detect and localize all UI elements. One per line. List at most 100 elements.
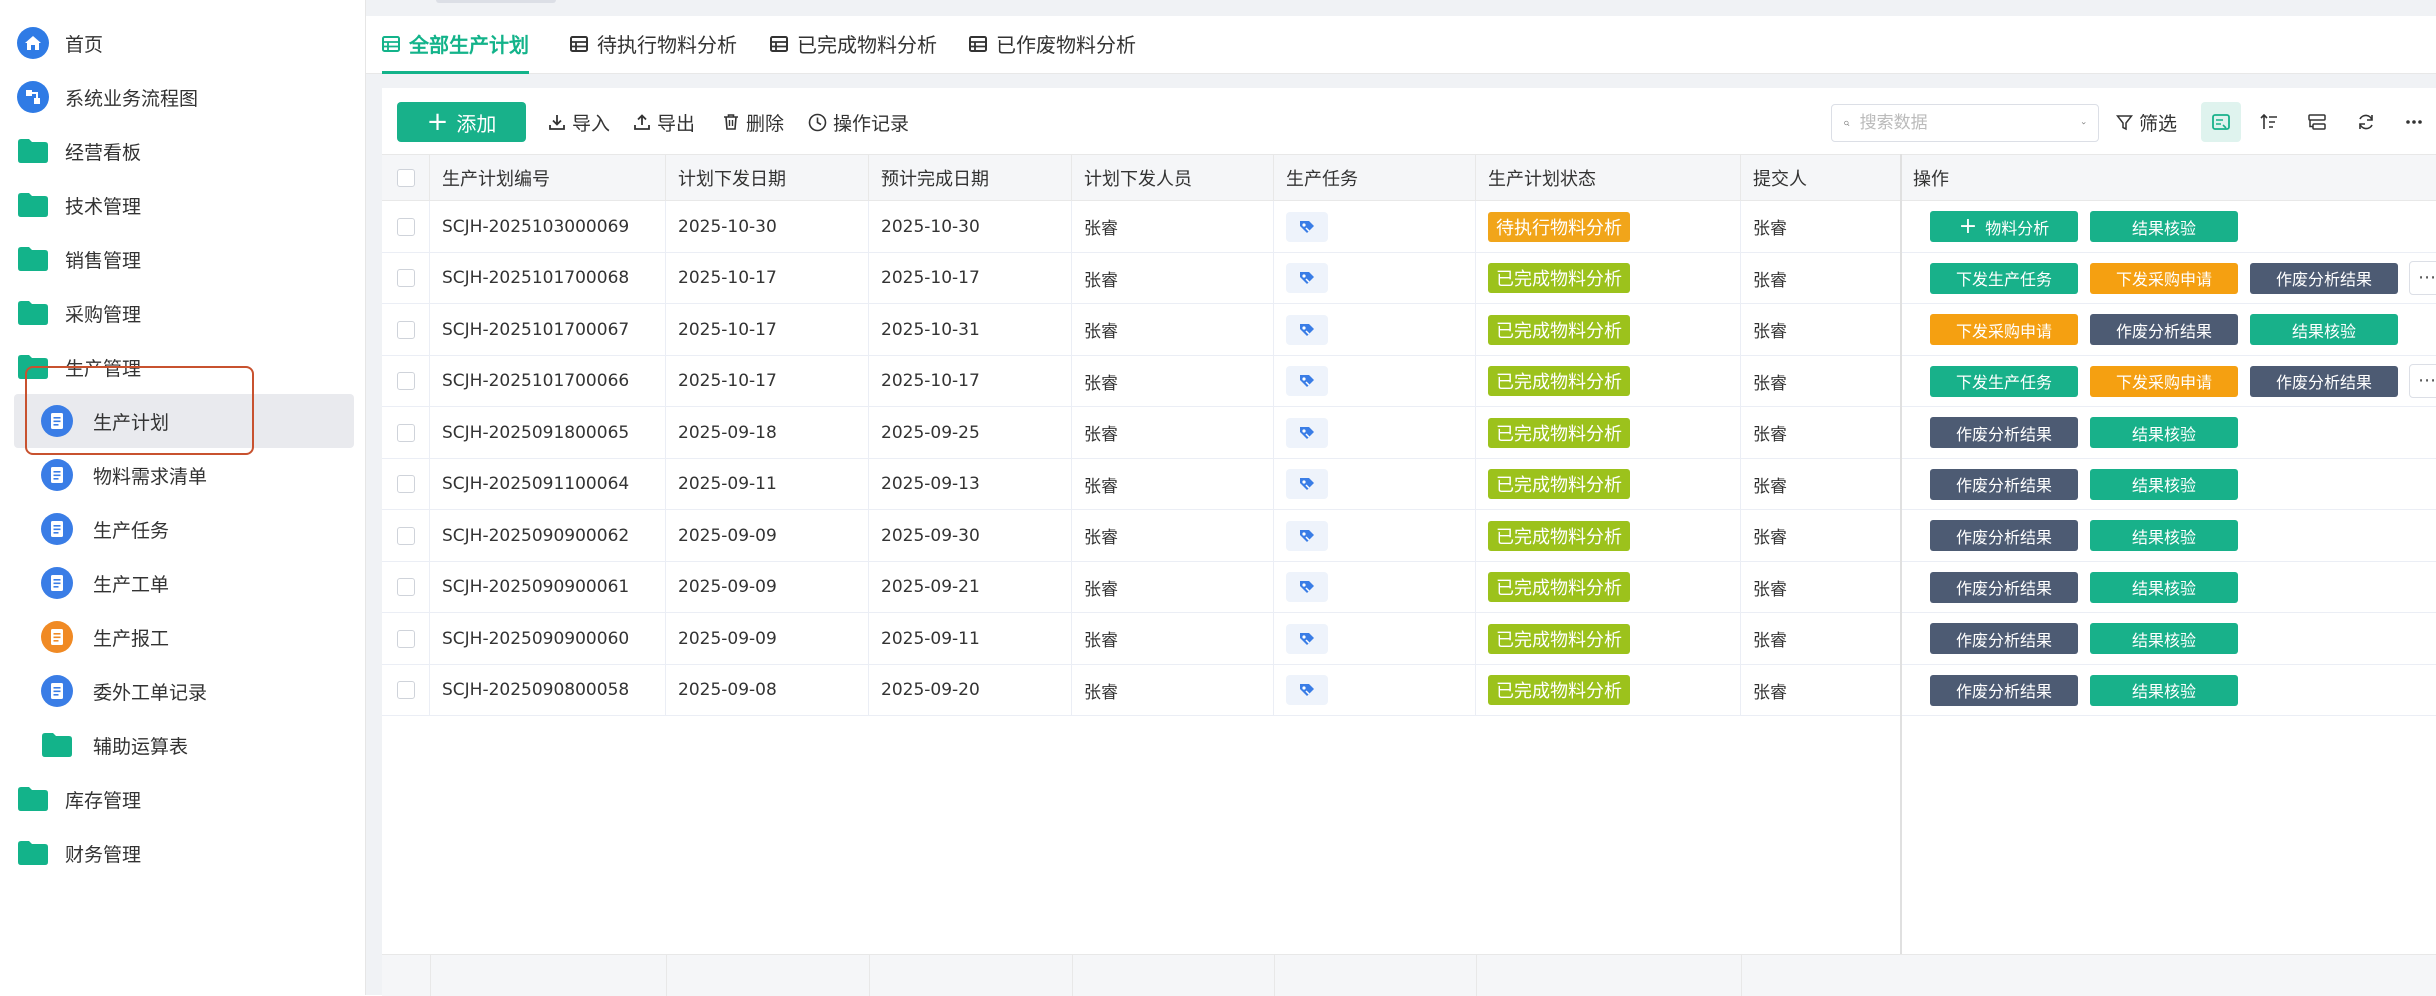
result-verify-button[interactable]: 结果核验 xyxy=(2090,211,2238,242)
result-verify-button[interactable]: 结果核验 xyxy=(2090,520,2238,551)
row-checkbox[interactable] xyxy=(396,578,415,596)
sidebar-item-outsource[interactable]: 委外工单记录 xyxy=(0,664,365,718)
row-checkbox[interactable] xyxy=(396,217,415,236)
result-verify-button[interactable]: 结果核验 xyxy=(2090,468,2238,500)
issue-task-button[interactable]: 下发生产任务 xyxy=(1930,262,2078,294)
row-checkbox[interactable] xyxy=(396,423,415,442)
sidebar-item-inventory[interactable]: 库存管理 xyxy=(0,772,365,826)
task-link-icon[interactable] xyxy=(1286,675,1328,705)
plan-code-cell[interactable]: SCJH-2025101700066 xyxy=(430,355,666,407)
sidebar-item-production-report[interactable]: 生产报工 xyxy=(0,610,365,664)
sidebar-item-sales[interactable]: 销售管理 xyxy=(0,232,365,286)
plan-code-cell[interactable]: SCJH-2025101700067 xyxy=(430,304,666,355)
sidebar-item-home[interactable]: 首页 xyxy=(0,16,365,70)
issue-purchase-button[interactable]: 下发采购申请 xyxy=(1930,314,2078,345)
sidebar-item-production[interactable]: 生产管理 xyxy=(0,340,365,394)
task-link-icon[interactable] xyxy=(1286,314,1328,345)
table-row[interactable]: SCJH-2025090900060 2025-09-09 2025-09-11… xyxy=(382,613,2436,665)
plan-code-cell[interactable]: SCJH-2025090900062 xyxy=(430,510,666,561)
sidebar-item-purchase[interactable]: 采购管理 xyxy=(0,286,365,340)
search-input[interactable] xyxy=(1857,112,2081,134)
void-result-button[interactable]: 作废分析结果 xyxy=(1930,571,2078,603)
issue-purchase-button[interactable]: 下发采购申请 xyxy=(2090,262,2238,294)
header-issuer[interactable]: 计划下发人员 xyxy=(1072,155,1274,200)
result-verify-button[interactable]: 结果核验 xyxy=(2090,571,2238,603)
tab-voided-analysis[interactable]: 已作废物料分析 xyxy=(969,16,1136,71)
select-all-checkbox[interactable] xyxy=(396,168,415,187)
task-link-icon[interactable] xyxy=(1286,366,1328,396)
header-status[interactable]: 生产计划状态 xyxy=(1476,155,1741,200)
search-box[interactable] xyxy=(1831,104,2099,142)
tab-completed-analysis[interactable]: 已完成物料分析 xyxy=(770,16,937,71)
row-checkbox[interactable] xyxy=(396,320,415,339)
header-plan-code[interactable]: 生产计划编号 xyxy=(430,155,666,200)
plan-code-cell[interactable]: SCJH-2025090900061 xyxy=(430,561,666,613)
history-button[interactable]: 操作记录 xyxy=(808,102,909,142)
result-verify-button[interactable]: 结果核验 xyxy=(2090,674,2238,706)
row-checkbox[interactable] xyxy=(396,269,415,287)
sidebar-item-finance[interactable]: 财务管理 xyxy=(0,826,365,880)
task-link-icon[interactable] xyxy=(1286,417,1328,448)
sidebar-item-material-list[interactable]: 物料需求清单 xyxy=(0,448,365,502)
plan-code-cell[interactable]: SCJH-2025091800065 xyxy=(430,407,666,458)
sidebar-item-production-task[interactable]: 生产任务 xyxy=(0,502,365,556)
row-more-button[interactable]: ⋯ xyxy=(2409,260,2436,295)
filter-button[interactable]: 筛选 xyxy=(2116,102,2177,142)
task-link-icon[interactable] xyxy=(1286,572,1328,602)
plan-code-cell[interactable]: SCJH-2025090800058 xyxy=(430,664,666,716)
sidebar-item-dashboard[interactable]: 经营看板 xyxy=(0,124,365,178)
refresh-button[interactable] xyxy=(2346,102,2386,142)
void-result-button[interactable]: 作废分析结果 xyxy=(1930,520,2078,551)
row-checkbox[interactable] xyxy=(396,372,415,390)
add-button[interactable]: + 添加 xyxy=(397,102,526,142)
plan-code-cell[interactable]: SCJH-2025091100064 xyxy=(430,458,666,510)
void-result-button[interactable]: 作废分析结果 xyxy=(1930,674,2078,706)
task-link-icon[interactable] xyxy=(1286,263,1328,293)
delete-button[interactable]: 删除 xyxy=(722,102,784,142)
header-issue-date[interactable]: 计划下发日期 xyxy=(666,155,869,200)
result-verify-button[interactable]: 结果核验 xyxy=(2250,314,2398,345)
row-checkbox[interactable] xyxy=(396,475,415,493)
issue-purchase-button[interactable]: 下发采购申请 xyxy=(2090,365,2238,397)
row-checkbox[interactable] xyxy=(396,681,415,699)
header-due-date[interactable]: 预计完成日期 xyxy=(869,155,1072,200)
table-row[interactable]: SCJH-2025090900062 2025-09-09 2025-09-30… xyxy=(382,510,2436,562)
void-result-button[interactable]: 作废分析结果 xyxy=(2250,365,2398,397)
void-result-button[interactable]: 作废分析结果 xyxy=(1930,417,2078,448)
void-result-button[interactable]: 作废分析结果 xyxy=(2090,314,2238,345)
group-button[interactable] xyxy=(2297,102,2337,142)
result-verify-button[interactable]: 结果核验 xyxy=(2090,623,2238,654)
table-row[interactable]: SCJH-2025101700066 2025-10-17 2025-10-17… xyxy=(382,355,2436,407)
table-row[interactable]: SCJH-2025101700068 2025-10-17 2025-10-17… xyxy=(382,252,2436,304)
plan-code-cell[interactable]: SCJH-2025090900060 xyxy=(430,613,666,664)
sidebar-item-production-plan[interactable]: 生产计划 xyxy=(14,394,354,448)
card-view-button[interactable] xyxy=(2201,102,2241,142)
sidebar-item-work-order[interactable]: 生产工单 xyxy=(0,556,365,610)
tab-all-plans[interactable]: 全部生产计划 xyxy=(382,16,529,74)
sort-button[interactable] xyxy=(2249,102,2289,142)
row-more-button[interactable]: ⋯ xyxy=(2409,363,2436,398)
table-row[interactable]: SCJH-2025091800065 2025-09-18 2025-09-25… xyxy=(382,407,2436,459)
material-analysis-button[interactable]: + 物料分析 xyxy=(1930,211,2078,242)
table-row[interactable]: SCJH-2025091100064 2025-09-11 2025-09-13… xyxy=(382,458,2436,510)
task-link-icon[interactable] xyxy=(1286,623,1328,654)
sidebar-item-aux-calc[interactable]: 辅助运算表 xyxy=(0,718,365,772)
table-row[interactable]: SCJH-2025090900061 2025-09-09 2025-09-21… xyxy=(382,561,2436,613)
row-checkbox[interactable] xyxy=(396,629,415,648)
void-result-button[interactable]: 作废分析结果 xyxy=(1930,468,2078,500)
plan-code-cell[interactable]: SCJH-2025101700068 xyxy=(430,252,666,304)
row-checkbox[interactable] xyxy=(396,526,415,545)
task-link-icon[interactable] xyxy=(1286,520,1328,551)
more-options-button[interactable] xyxy=(2394,102,2434,142)
result-verify-button[interactable]: 结果核验 xyxy=(2090,417,2238,448)
tab-pending-analysis[interactable]: 待执行物料分析 xyxy=(570,16,737,71)
table-row[interactable]: SCJH-2025103000069 2025-10-30 2025-10-30… xyxy=(382,201,2436,253)
import-button[interactable]: 导入 xyxy=(548,102,610,142)
chevron-down-icon[interactable] xyxy=(2081,115,2086,131)
void-result-button[interactable]: 作废分析结果 xyxy=(1930,623,2078,654)
issue-task-button[interactable]: 下发生产任务 xyxy=(1930,365,2078,397)
sidebar-item-flowchart[interactable]: 系统业务流程图 xyxy=(0,70,365,124)
table-row[interactable]: SCJH-2025090800058 2025-09-08 2025-09-20… xyxy=(382,664,2436,716)
header-task[interactable]: 生产任务 xyxy=(1274,155,1476,200)
void-result-button[interactable]: 作废分析结果 xyxy=(2250,262,2398,294)
